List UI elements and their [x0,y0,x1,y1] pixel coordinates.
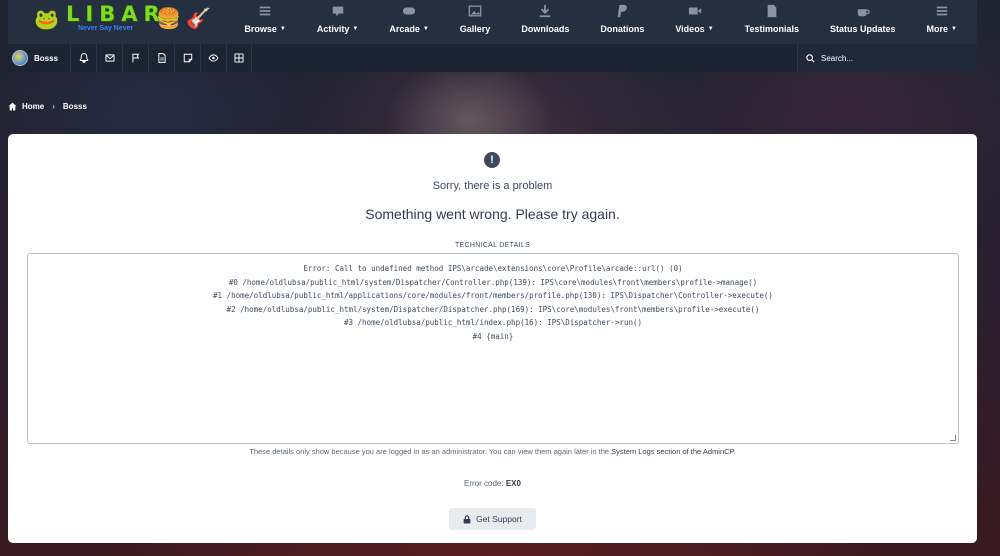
nav-label: Arcade [389,24,420,34]
user-bar: Bosss [8,44,977,72]
envelope-icon [104,54,115,62]
technical-details-text: Error: Call to undefined method IPS\arca… [213,264,773,341]
logo-text: LIBAR [66,2,166,26]
flag-icon [131,53,139,63]
image-icon [468,5,482,17]
menu-icon [936,6,948,16]
paypal-icon [617,4,628,18]
admin-note-end: . [733,447,736,456]
coffee-icon [857,9,870,17]
nav-item-browse[interactable]: Browse ▼ [244,0,286,44]
error-code-label: Error code: [464,479,504,488]
breadcrumb-home[interactable]: Home [22,102,44,111]
nav-label: Status Updates [830,24,896,34]
get-support-button[interactable]: Get Support [449,508,536,530]
chevron-down-icon: ▼ [707,26,714,32]
download-icon [540,4,551,18]
messages-button[interactable] [96,44,122,72]
nav-label: Browse [244,24,277,34]
note-icon [183,53,192,63]
home-icon [8,102,17,111]
get-support-label: Get Support [476,514,522,524]
breadcrumb: Home › Bosss [8,102,87,111]
nav-item-arcade[interactable]: Arcade ▼ [389,0,429,44]
eye-icon [208,54,219,62]
site-header: 🐸 LIBAR Never Say Never 🍔 🎸 Browse ▼ Activ… [8,0,977,44]
nav-label: Gallery [459,24,491,34]
nav-label: Testimonials [744,24,800,34]
user-menu[interactable]: Bosss [12,50,58,66]
admin-note: These details only show because you are … [8,447,977,456]
lock-icon [463,514,471,523]
nav-label: Videos [675,24,705,34]
activity-icon [332,6,343,17]
resize-handle[interactable] [950,435,956,441]
nav-label: Activity [316,24,350,34]
gamepad-icon [402,7,416,15]
username: Bosss [34,53,59,63]
menu-icon [259,6,271,16]
guitar-icon: 🎸 [186,8,211,30]
search-box[interactable] [797,44,977,72]
chevron-down-icon: ▼ [352,26,359,32]
error-heading: Sorry, there is a problem [432,180,553,192]
error-message: Something went wrong. Please try again. [365,206,620,222]
content-button[interactable] [148,44,174,72]
nav-label: Downloads [521,24,570,34]
search-icon [806,53,815,63]
main-nav: Browse ▼ Activity ▼ Arcade ▼ Gallery Downloads D… [213,0,957,44]
nav-item-donations[interactable]: Donations [600,0,644,44]
notes-button[interactable] [174,44,200,72]
system-logs-link[interactable]: System Logs section of the AdminCP [611,447,733,456]
mascot-icon: 🐸 [34,9,59,31]
exclamation-icon: ! [484,152,500,168]
nav-label: Donations [600,24,645,34]
site-logo[interactable]: 🐸 LIBAR Never Say Never 🍔 🎸 [34,2,224,42]
view-button[interactable] [200,44,226,72]
breadcrumb-current[interactable]: Bosss [63,102,87,111]
chevron-down-icon: ▼ [422,26,429,32]
error-code-value: EX0 [505,479,521,488]
logo-tagline: Never Say Never [78,25,134,32]
technical-details-textarea[interactable]: Error: Call to undefined method IPS\arca… [27,253,959,444]
nav-label: More [926,24,949,34]
chevron-down-icon: ▼ [279,26,286,32]
burger-icon: 🍔 [156,8,181,30]
nav-item-downloads[interactable]: Downloads [521,0,569,44]
admin-note-text: These details only show because you are … [249,447,612,456]
nav-item-testimonials[interactable]: Testimonials [745,0,799,44]
nav-item-gallery[interactable]: Gallery [459,0,491,44]
grid-button[interactable] [226,44,252,72]
search-input[interactable] [821,53,961,63]
chevron-down-icon: ▼ [951,26,957,32]
video-icon [688,7,701,15]
technical-details-label: TECHNICAL DETAILS [454,242,531,249]
reports-button[interactable] [122,44,148,72]
user-bar-icons [70,44,252,72]
nav-item-status-updates[interactable]: Status Updates [830,0,896,44]
error-code: Error code: EX0 [8,479,977,488]
nav-item-more[interactable]: More ▼ [927,0,957,44]
nav-item-activity[interactable]: Activity ▼ [317,0,358,44]
notifications-button[interactable] [70,44,96,72]
testimonial-icon [767,4,777,18]
avatar [12,50,28,66]
grid-icon [234,53,244,63]
chevron-right-icon: › [52,102,55,111]
document-icon [157,53,166,63]
nav-item-videos[interactable]: Videos ▼ [675,0,714,44]
bell-icon [79,53,88,63]
error-card: ! Sorry, there is a problem Something we… [8,134,977,543]
